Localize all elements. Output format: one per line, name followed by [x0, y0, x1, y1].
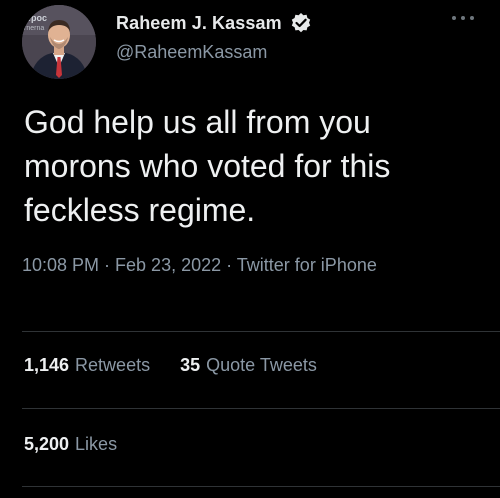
likes-label: Likes	[75, 434, 118, 454]
author-avatar[interactable]: epoc rnerna	[22, 5, 96, 79]
retweets-count: 1,146	[24, 355, 70, 375]
quote-tweets-stat[interactable]: 35 Quote Tweets	[180, 355, 317, 376]
retweets-stat[interactable]: 1,146 Retweets	[24, 355, 150, 376]
likes-count: 5,200	[24, 434, 70, 454]
quote-tweets-label: Quote Tweets	[206, 355, 317, 375]
profile-photo-icon: epoc rnerna	[22, 5, 96, 79]
tweet-timestamp[interactable]: 10:08 PM · Feb 23, 2022 · Twitter for iP…	[22, 251, 462, 280]
author-display-name[interactable]: Raheem J. Kassam	[116, 13, 282, 34]
more-dots-icon[interactable]	[452, 8, 474, 28]
svg-text:rnerna: rnerna	[24, 25, 44, 32]
likes-stat[interactable]: 5,200 Likes	[24, 434, 117, 455]
author-name-row: Raheem J. Kassam	[116, 12, 312, 34]
divider	[22, 408, 500, 409]
divider	[22, 331, 500, 332]
tweet-text: God help us all from you morons who vote…	[24, 104, 391, 228]
retweets-label: Retweets	[75, 355, 151, 375]
engagement-stats-row: 1,146 Retweets 35 Quote Tweets	[24, 355, 317, 376]
tweet-detail: epoc rnerna Raheem J. Kassam @RaheemKass…	[0, 0, 500, 498]
verified-badge-icon	[290, 12, 312, 34]
svg-text:epoc: epoc	[26, 13, 47, 23]
quote-tweets-count: 35	[180, 355, 201, 375]
author-handle[interactable]: @RaheemKassam	[116, 42, 267, 63]
divider	[22, 486, 500, 487]
